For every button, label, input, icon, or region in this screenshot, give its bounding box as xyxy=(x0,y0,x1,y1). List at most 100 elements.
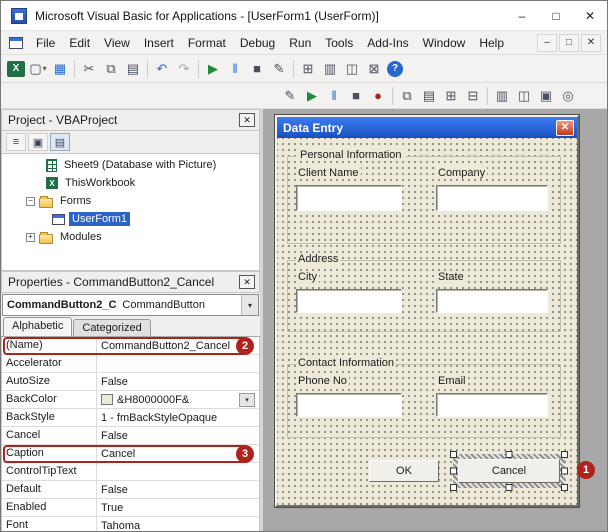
group-icon[interactable]: ⊞ xyxy=(440,85,462,107)
undo-icon[interactable]: ↶ xyxy=(151,58,173,80)
selection-handle[interactable] xyxy=(450,451,457,458)
property-row-accelerator[interactable]: Accelerator xyxy=(2,355,259,373)
tree-item-userform1[interactable]: UserForm1 xyxy=(2,210,259,228)
object-browser-icon[interactable]: ◫ xyxy=(341,58,363,80)
cancel-button[interactable]: Cancel xyxy=(458,459,560,483)
frame-address[interactable]: Address City State xyxy=(287,253,561,332)
selection-handle[interactable] xyxy=(450,467,457,475)
menu-insert[interactable]: Insert xyxy=(137,33,181,53)
userform-close-icon[interactable]: ✕ xyxy=(556,119,574,136)
maximize-button[interactable]: □ xyxy=(539,1,573,31)
label-state[interactable]: State xyxy=(436,271,466,283)
project-explorer-icon[interactable]: ⊞ xyxy=(297,58,319,80)
close-button[interactable]: ✕ xyxy=(573,1,607,31)
textbox-city[interactable] xyxy=(296,289,402,313)
design-mode-icon[interactable]: ✎ xyxy=(268,58,290,80)
zoom-icon[interactable]: ◎ xyxy=(557,85,579,107)
selection-handle[interactable] xyxy=(450,484,457,491)
help-icon[interactable]: ? xyxy=(387,60,403,77)
menu-addins[interactable]: Add-Ins xyxy=(360,33,415,53)
view-object-icon[interactable]: ▣ xyxy=(28,133,48,151)
tree-item-forms[interactable]: − Forms xyxy=(2,192,259,210)
toggle-folders-icon[interactable]: ▤ xyxy=(50,133,70,151)
frame-contact-information[interactable]: Contact Information Phone No Email xyxy=(287,357,561,438)
property-row-caption[interactable]: Caption Cancel 3 xyxy=(2,444,259,463)
copy-icon[interactable]: ⧉ xyxy=(100,58,122,80)
insert-userform-icon[interactable]: ▢ ▾ xyxy=(27,58,49,80)
toolbox-icon[interactable]: ⊠ xyxy=(363,58,385,80)
userform-canvas[interactable]: Personal Information Client Name Company… xyxy=(277,138,577,505)
save-icon[interactable]: ▦ xyxy=(49,58,71,80)
break-icon[interactable]: ‖ xyxy=(224,58,246,80)
chevron-down-icon[interactable]: ▾ xyxy=(241,295,258,315)
reset-icon[interactable]: ■ xyxy=(246,58,268,80)
minimize-button[interactable]: – xyxy=(505,1,539,31)
label-company[interactable]: Company xyxy=(436,167,488,179)
menu-run[interactable]: Run xyxy=(282,33,318,53)
property-row-default[interactable]: Default False xyxy=(2,481,259,499)
align-icon[interactable]: ▥ xyxy=(491,85,513,107)
project-close-icon[interactable]: ✕ xyxy=(239,113,255,127)
chevron-down-icon[interactable]: ▾ xyxy=(239,392,255,407)
userform-titlebar[interactable]: Data Entry ✕ xyxy=(277,117,577,138)
property-row-controltiptext[interactable]: ControlTipText xyxy=(2,463,259,481)
tree-item-thisworkbook[interactable]: X ThisWorkbook xyxy=(2,174,259,192)
property-row-cancel[interactable]: Cancel False xyxy=(2,427,259,445)
cut-icon[interactable]: ✂ xyxy=(78,58,100,80)
ungroup-icon[interactable]: ⊟ xyxy=(462,85,484,107)
design-mode2-icon[interactable]: ✎ xyxy=(279,85,301,107)
textbox-email[interactable] xyxy=(436,393,548,417)
property-row-enabled[interactable]: Enabled True xyxy=(2,499,259,517)
textbox-state[interactable] xyxy=(436,289,548,313)
textbox-client-name[interactable] xyxy=(296,185,402,211)
selection-handle[interactable] xyxy=(561,451,568,458)
properties-window-icon[interactable]: ▥ xyxy=(319,58,341,80)
textbox-company[interactable] xyxy=(436,185,548,211)
menu-format[interactable]: Format xyxy=(181,33,233,53)
menu-edit[interactable]: Edit xyxy=(62,33,97,53)
object-selector[interactable]: CommandButton2_C CommandButton ▾ xyxy=(2,294,259,316)
label-city[interactable]: City xyxy=(296,271,319,283)
menu-help[interactable]: Help xyxy=(472,33,511,53)
collapse-icon[interactable]: − xyxy=(26,196,35,206)
property-row-font[interactable]: Font Tahoma xyxy=(2,517,259,531)
menu-debug[interactable]: Debug xyxy=(233,33,282,53)
ok-button[interactable]: OK xyxy=(369,460,439,482)
excel-icon[interactable]: X xyxy=(7,60,25,77)
expand-icon[interactable]: + xyxy=(26,232,35,242)
redo-icon[interactable]: ↷ xyxy=(173,58,195,80)
tab-categorized[interactable]: Categorized xyxy=(73,319,151,336)
breakpoint-icon[interactable]: ● xyxy=(367,85,389,107)
bring-to-front-icon[interactable]: ⧉ xyxy=(396,85,418,107)
child-restore-button[interactable]: □ xyxy=(559,33,579,52)
run-icon[interactable]: ▶ xyxy=(202,58,224,80)
tab-alphabetic[interactable]: Alphabetic xyxy=(3,317,73,336)
menu-tools[interactable]: Tools xyxy=(318,33,360,53)
child-close-button[interactable]: ✕ xyxy=(581,33,601,52)
property-row-backcolor[interactable]: BackColor &H8000000F& ▾ xyxy=(2,391,259,409)
paste-icon[interactable]: ▤ xyxy=(122,58,144,80)
same-size-icon[interactable]: ▣ xyxy=(535,85,557,107)
cancel-button-selection[interactable]: Cancel xyxy=(450,451,568,491)
break2-icon[interactable]: ‖ xyxy=(323,85,345,107)
menu-file[interactable]: File xyxy=(29,33,62,53)
textbox-phone-no[interactable] xyxy=(296,393,402,417)
reset2-icon[interactable]: ■ xyxy=(345,85,367,107)
run2-icon[interactable]: ▶ xyxy=(301,85,323,107)
child-minimize-button[interactable]: – xyxy=(537,33,557,52)
properties-close-icon[interactable]: ✕ xyxy=(239,275,255,289)
menu-window[interactable]: Window xyxy=(416,33,473,53)
selection-handle[interactable] xyxy=(561,467,568,475)
selection-handle[interactable] xyxy=(561,484,568,491)
tree-item-modules[interactable]: + Modules xyxy=(2,228,259,246)
label-client-name[interactable]: Client Name xyxy=(296,167,361,179)
selection-handle[interactable] xyxy=(505,484,513,491)
selection-handle[interactable] xyxy=(505,451,513,458)
frame-personal-information[interactable]: Personal Information Client Name Company xyxy=(287,149,561,244)
property-row-name[interactable]: (Name) CommandButton2_Cancel 2 xyxy=(2,337,259,355)
property-row-autosize[interactable]: AutoSize False xyxy=(2,373,259,391)
label-phone-no[interactable]: Phone No xyxy=(296,375,349,387)
send-to-back-icon[interactable]: ▤ xyxy=(418,85,440,107)
tree-item-sheet9[interactable]: Sheet9 (Database with Picture) xyxy=(2,156,259,174)
menu-view[interactable]: View xyxy=(97,33,137,53)
